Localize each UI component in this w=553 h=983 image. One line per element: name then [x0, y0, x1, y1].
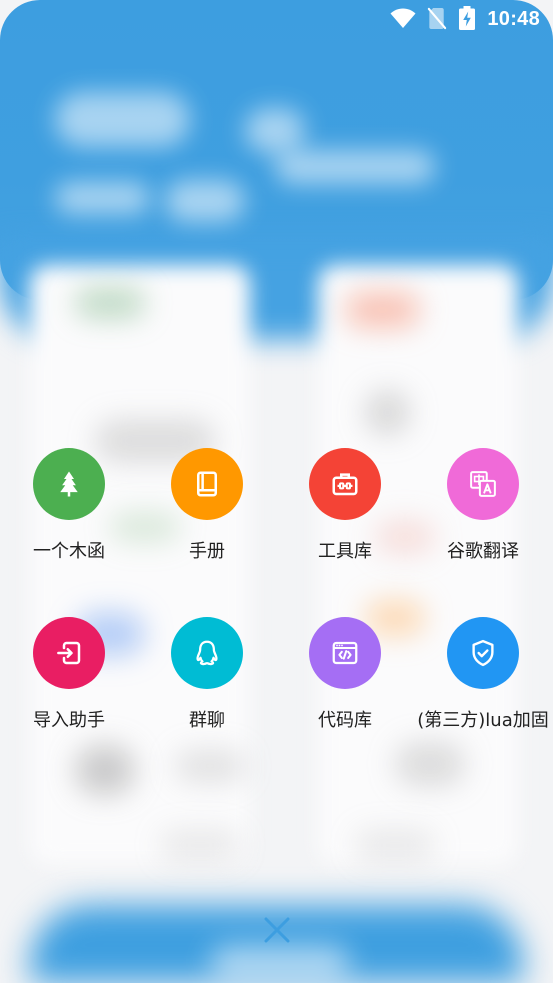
menu-item-label: 谷歌翻译 [447, 541, 519, 562]
menu-item-code-library[interactable]: 代码库 [276, 617, 414, 733]
status-time: 10:48 [487, 8, 540, 30]
menu-item-icon-circle[interactable] [447, 617, 519, 689]
backdrop-blur-shape [75, 745, 135, 795]
wifi-icon [390, 8, 416, 28]
menu-item-icon-circle[interactable] [33, 617, 105, 689]
import-icon [57, 641, 81, 665]
backdrop-blur-shape [395, 742, 465, 786]
menu-item-group-chat[interactable]: 群聊 [138, 617, 276, 733]
backdrop-blur-shape [245, 108, 305, 153]
shield-check-icon [472, 639, 494, 667]
menu-item-lua-encrypt[interactable]: (第三方)lua加固 [414, 617, 552, 733]
backdrop-blur-shape [345, 292, 420, 328]
menu-item-icon-circle[interactable] [309, 617, 381, 689]
menu-item-label: 一个木函 [33, 541, 105, 562]
menu-item-toolbox[interactable]: 工具库 [276, 448, 414, 564]
menu-item-yigemuhan[interactable]: 一个木函 [0, 448, 138, 564]
battery-charging-icon [459, 6, 475, 30]
menu-item-import-assistant[interactable]: 导入助手 [0, 617, 138, 733]
backdrop-blur-shape [75, 288, 145, 318]
code-icon [332, 641, 358, 665]
backdrop-blur-shape [55, 92, 190, 147]
menu-item-icon-circle[interactable] [33, 448, 105, 520]
menu-item-icon-circle[interactable] [171, 617, 243, 689]
toolbox-icon [332, 473, 358, 496]
backdrop-blur-shape [160, 830, 240, 860]
close-icon[interactable] [264, 917, 290, 943]
translate-icon [470, 471, 496, 497]
menu-item-icon-circle[interactable] [447, 448, 519, 520]
no-sim-icon [427, 7, 447, 30]
backdrop-blur-shape [165, 180, 245, 222]
book-icon [197, 471, 217, 497]
menu-item-label: 代码库 [318, 710, 372, 731]
tree-icon [60, 471, 78, 497]
backdrop-blur-shape [365, 390, 410, 435]
menu-item-google-translate[interactable]: 谷歌翻译 [414, 448, 552, 564]
menu-item-icon-circle[interactable] [171, 448, 243, 520]
backdrop-blur-shape [355, 830, 435, 860]
backdrop-blur-shape [275, 150, 435, 184]
close-button[interactable] [257, 910, 297, 950]
menu-item-label: (第三方)lua加固 [417, 710, 549, 731]
status-bar: 10:48 [0, 0, 553, 38]
backdrop-bottom-highlight [210, 945, 350, 983]
menu-item-manual[interactable]: 手册 [138, 448, 276, 564]
backdrop-blur-shape [55, 182, 150, 214]
menu-item-label: 手册 [189, 541, 225, 562]
menu-item-label: 导入助手 [33, 710, 105, 731]
menu-item-icon-circle[interactable] [309, 448, 381, 520]
qq-icon [196, 640, 218, 666]
menu-item-label: 群聊 [189, 710, 225, 731]
menu-overlay-screen: 10:48 一个木函 手册 工具库 谷歌翻译 导入助手 群聊 代码库 (第三方)… [0, 0, 553, 983]
backdrop-blur-shape [175, 750, 245, 782]
menu-item-label: 工具库 [318, 541, 372, 562]
